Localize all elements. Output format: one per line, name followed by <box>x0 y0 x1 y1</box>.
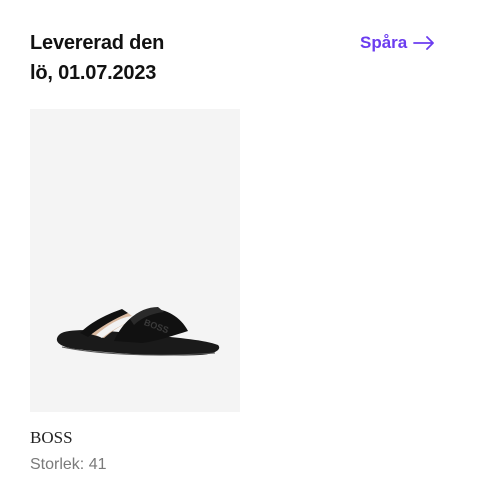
slide-sandal-image: BOSS <box>56 307 220 356</box>
product-image-card[interactable]: BOSS <box>30 109 240 412</box>
product-brand: BOSS <box>30 428 73 447</box>
arrow-right-icon <box>413 36 435 50</box>
delivery-status-line: Levererad den <box>30 32 165 54</box>
product-size: Storlek: 41 <box>30 456 107 473</box>
track-link[interactable]: Spåra <box>360 33 435 53</box>
delivery-date-line: lö, 01.07.2023 <box>30 62 157 84</box>
delivery-status-title: Levererad den lö, 01.07.2023 <box>30 28 270 88</box>
track-label: Spåra <box>360 33 408 52</box>
